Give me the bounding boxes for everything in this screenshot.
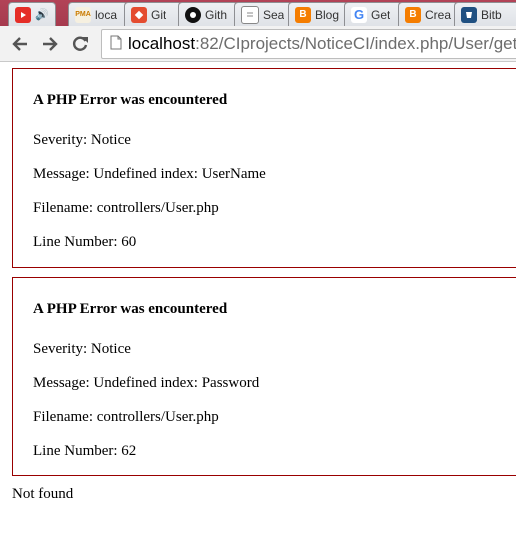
tab-blogger-2[interactable]: B Crea (398, 2, 458, 26)
search-page-icon (241, 5, 259, 24)
error-heading: A PHP Error was encountered (33, 301, 228, 317)
tab-github[interactable]: Gith (178, 2, 238, 26)
error-severity: Severity: Notice (33, 132, 131, 148)
php-error-box: A PHP Error was encountered Severity: No… (12, 68, 516, 268)
forward-button[interactable] (38, 32, 62, 56)
tab-git[interactable]: Git (124, 2, 182, 26)
url-host: localhost (128, 34, 196, 53)
tab-strip: 🔊 PMA loca Git Gith Sea B Blog G Get B C… (0, 0, 516, 26)
tab-blogger-1[interactable]: B Blog (288, 2, 348, 26)
error-message: Message: Undefined index: Password (33, 375, 260, 391)
error-line-number: Line Number: 62 (33, 443, 137, 459)
phpmyadmin-icon: PMA (75, 6, 91, 23)
github-icon (185, 6, 201, 23)
tab-label: Sea (263, 7, 285, 22)
tab-label: Git (151, 7, 167, 22)
url-path: :82/CIprojects/NoticeCI/index.php/User/g… (195, 34, 516, 53)
page-content: A PHP Error was encountered Severity: No… (0, 62, 516, 560)
arrow-right-icon (43, 37, 58, 51)
git-icon (131, 6, 147, 23)
bitbucket-icon (461, 6, 477, 23)
error-line-number: Line Number: 60 (33, 234, 137, 250)
not-found-text: Not found (12, 486, 74, 502)
tab-youtube[interactable]: 🔊 (8, 2, 56, 26)
tab-label: Get (371, 7, 391, 22)
error-filename: Filename: controllers/User.php (33, 200, 219, 216)
error-severity: Severity: Notice (33, 341, 131, 357)
error-filename: Filename: controllers/User.php (33, 409, 219, 425)
tab-label: Gith (205, 7, 228, 22)
speaker-icon[interactable]: 🔊 (35, 8, 49, 21)
tab-label: loca (95, 7, 118, 22)
tab-google[interactable]: G Get (344, 2, 402, 26)
error-heading: A PHP Error was encountered (33, 92, 228, 108)
error-message: Message: Undefined index: UserName (33, 166, 266, 182)
youtube-icon (15, 6, 31, 23)
reload-button[interactable] (68, 32, 92, 56)
tab-label: Crea (425, 7, 452, 22)
tab-search[interactable]: Sea (234, 2, 292, 26)
tab-bitbucket[interactable]: Bitb (454, 2, 516, 26)
reload-icon (72, 36, 88, 51)
tab-label: Blog (315, 7, 340, 22)
back-button[interactable] (8, 32, 32, 56)
page-icon (110, 31, 122, 58)
tab-label: Bitb (481, 7, 502, 22)
arrow-left-icon (12, 37, 27, 51)
browser-toolbar: localhost:82/CIprojects/NoticeCI/index.p… (0, 26, 516, 62)
blogger-icon: B (295, 6, 311, 23)
php-error-box: A PHP Error was encountered Severity: No… (12, 277, 516, 476)
address-bar[interactable]: localhost:82/CIprojects/NoticeCI/index.p… (101, 29, 516, 59)
tab-phpmyadmin[interactable]: PMA loca (68, 2, 128, 26)
blogger-icon: B (405, 6, 421, 23)
google-icon: G (351, 6, 367, 23)
